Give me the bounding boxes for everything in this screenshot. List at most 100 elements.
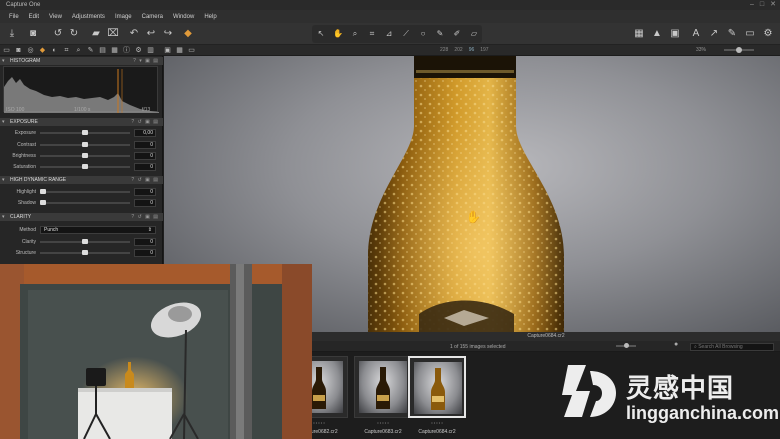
trash-icon[interactable]: ⌧ xyxy=(107,28,119,40)
rotate-left-icon[interactable]: ↺ xyxy=(52,28,64,40)
import-icon[interactable]: ⤓ xyxy=(6,28,18,40)
tab-batch-icon[interactable]: ▥ xyxy=(146,46,155,55)
thumbnail[interactable] xyxy=(354,356,412,418)
picker-right-icon[interactable]: ✎ xyxy=(726,28,738,40)
tab-output-icon[interactable]: ⚙ xyxy=(134,46,143,55)
method-select[interactable]: Punch ⇕ xyxy=(40,226,156,234)
crop-icon[interactable]: ⌗ xyxy=(366,28,378,40)
section-controls-icon[interactable]: ? ↺ ▣ ▤ xyxy=(131,176,159,184)
histogram-header[interactable]: HISTOGRAM ? ▾ ▣ ▤ xyxy=(0,57,163,65)
print-icon[interactable]: ▭ xyxy=(744,28,756,40)
tab-details-icon[interactable]: ⌕ xyxy=(74,46,83,55)
slider-knob[interactable] xyxy=(82,250,88,255)
undo-alt-icon[interactable]: ↶ xyxy=(128,28,140,40)
brush-icon[interactable]: ✐ xyxy=(451,28,463,40)
view-single-icon[interactable]: ▣ xyxy=(163,46,172,55)
slider-value-field[interactable]: 0 xyxy=(134,152,156,160)
slider-knob[interactable] xyxy=(82,239,88,244)
minimize-button[interactable]: – xyxy=(750,1,754,9)
menu-view[interactable]: View xyxy=(44,14,67,20)
hdr-header[interactable]: HIGH DYNAMIC RANGE ? ↺ ▣ ▤ xyxy=(0,176,163,184)
menu-adjustments[interactable]: Adjustments xyxy=(67,14,110,20)
slider-value-field[interactable]: 0 xyxy=(134,238,156,246)
tab-meta-icon[interactable]: ▦ xyxy=(110,46,119,55)
tab-info-icon[interactable]: ⓘ xyxy=(122,46,131,55)
picker-icon[interactable]: ✎ xyxy=(434,28,446,40)
tab-exposure-icon[interactable]: ◐ xyxy=(50,46,59,55)
thumb-size-knob[interactable] xyxy=(624,343,629,348)
slider-knob[interactable] xyxy=(82,164,88,169)
slider-track[interactable] xyxy=(40,202,130,204)
slider-knob[interactable] xyxy=(82,130,88,135)
window-title: Capture One xyxy=(6,2,41,8)
slider-value-field[interactable]: 0 xyxy=(134,141,156,149)
menu-help[interactable]: Help xyxy=(199,14,221,20)
keystone-icon[interactable]: ⟋ xyxy=(400,28,412,40)
slider-track[interactable] xyxy=(40,191,130,193)
thumbnail-rating[interactable]: • • • • • xyxy=(354,420,412,425)
slider-value-field[interactable]: 0,00 xyxy=(134,129,156,137)
loupe-icon[interactable]: ⌕ xyxy=(349,28,361,40)
hand-icon[interactable]: ✋ xyxy=(332,28,344,40)
thumbnail-name: Capture0683.cr2 xyxy=(364,429,402,435)
slider-knob[interactable] xyxy=(82,142,88,147)
search-input[interactable]: ⌕ Search All Browsing xyxy=(690,343,774,351)
slider-label: Structure xyxy=(15,250,36,256)
rotate-right-icon[interactable]: ↻ xyxy=(68,28,80,40)
tab-adjust-icon[interactable]: ▤ xyxy=(98,46,107,55)
slider-knob[interactable] xyxy=(40,200,46,205)
thumbnail-selected[interactable] xyxy=(408,356,466,418)
selection-count: 1 of 155 images selected xyxy=(450,344,506,350)
menu-window[interactable]: Window xyxy=(168,14,199,20)
straighten-icon[interactable]: ⊿ xyxy=(383,28,395,40)
redo-icon[interactable]: ↪ xyxy=(162,28,174,40)
slider-value-field[interactable]: 0 xyxy=(134,199,156,207)
shutter-value: 1/100 s xyxy=(74,107,91,113)
maximize-button[interactable]: □ xyxy=(760,1,764,9)
settings-icon[interactable]: ⚙ xyxy=(762,28,774,40)
slider-value-field[interactable]: 0 xyxy=(134,188,156,196)
thumbnail-rating[interactable]: • • • • • xyxy=(408,420,466,425)
slider-knob[interactable] xyxy=(40,189,46,194)
grid-icon[interactable]: ▦ xyxy=(633,28,645,40)
zoom-slider-knob[interactable] xyxy=(736,47,742,53)
view-grid-icon[interactable]: ▦ xyxy=(175,46,184,55)
tab-capture-icon[interactable]: ◙ xyxy=(14,46,23,55)
user-icon[interactable]: ● xyxy=(674,341,678,348)
clarity-header[interactable]: CLARITY ? ↺ ▣ ▤ xyxy=(0,213,163,221)
eraser-icon[interactable]: ▱ xyxy=(468,28,480,40)
tab-color-icon[interactable]: ◆ xyxy=(38,46,47,55)
menu-image[interactable]: Image xyxy=(110,14,137,20)
view-filmstrip-icon[interactable]: ▭ xyxy=(187,46,196,55)
close-button[interactable]: ✕ xyxy=(770,1,776,9)
tab-lens-icon[interactable]: ◎ xyxy=(26,46,35,55)
slider-label: Saturation xyxy=(13,164,36,170)
slider-value-field[interactable]: 0 xyxy=(134,163,156,171)
menu-edit[interactable]: Edit xyxy=(24,14,44,20)
spot-icon[interactable]: ○ xyxy=(417,28,429,40)
exposure-warning-icon[interactable]: ▲ xyxy=(651,28,663,40)
section-controls-icon[interactable]: ? ↺ ▣ ▤ xyxy=(131,213,159,221)
tab-library-icon[interactable]: ▭ xyxy=(2,46,11,55)
exposure-header[interactable]: EXPOSURE ? ↺ ▣ ▤ xyxy=(0,118,163,126)
section-controls-icon[interactable]: ? ▾ ▣ ▤ xyxy=(133,57,159,65)
menu-file[interactable]: File xyxy=(4,14,24,20)
section-controls-icon[interactable]: ? ↺ ▣ ▤ xyxy=(131,118,159,126)
pointer-icon[interactable]: ↖ xyxy=(315,28,327,40)
undo-icon[interactable]: ↩ xyxy=(145,28,157,40)
camera-icon[interactable]: ◙ xyxy=(27,28,39,40)
arrow-icon[interactable]: ↗ xyxy=(708,28,720,40)
main-toolbar: ⤓ ◙ ↺ ↻ ▰ ⌧ ↶ ↩ ↪ ◆ ↖ ✋ ⌕ ⌗ ⊿ ⟋ ○ ✎ ✐ ▱ … xyxy=(0,23,780,45)
text-icon[interactable]: A xyxy=(690,28,702,40)
tab-crop-icon[interactable]: ⌗ xyxy=(62,46,71,55)
slider-label: Clarity xyxy=(21,239,36,245)
folder-icon[interactable]: ▰ xyxy=(90,28,102,40)
rgb-readout: 228 202 96 197 xyxy=(440,46,489,55)
tab-local-icon[interactable]: ✎ xyxy=(86,46,95,55)
proof-icon[interactable]: ▣ xyxy=(669,28,681,40)
menu-camera[interactable]: Camera xyxy=(137,14,168,20)
bottle-photo[interactable] xyxy=(364,56,574,332)
stack-icon[interactable]: ◆ xyxy=(182,28,194,40)
slider-knob[interactable] xyxy=(82,153,88,158)
slider-value-field[interactable]: 0 xyxy=(134,249,156,257)
